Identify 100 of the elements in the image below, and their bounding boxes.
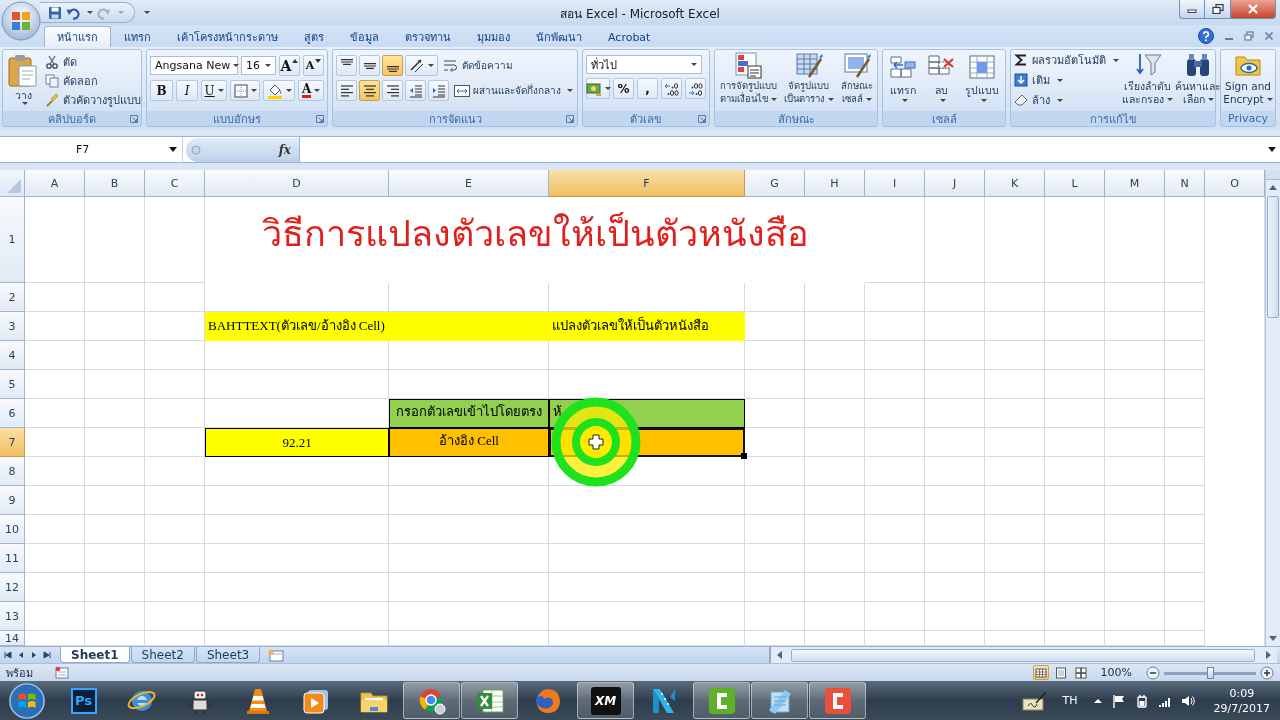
cut-button[interactable]: ตัด (43, 53, 143, 71)
column-header[interactable]: H (805, 170, 865, 197)
save-icon[interactable] (48, 5, 62, 20)
zoom-in-icon[interactable] (1260, 665, 1274, 680)
format-as-table-button[interactable]: จัดรูปแบบ เป็นตาราง (783, 51, 834, 111)
column-header[interactable]: B (85, 170, 145, 197)
ribbon-tab[interactable]: หน้าแรก (44, 26, 111, 47)
taskbar-button[interactable] (461, 682, 518, 719)
ribbon-tab[interactable]: สูตร (291, 26, 337, 47)
delete-cells-button[interactable]: ลบ (926, 51, 956, 111)
underline-button[interactable]: U (200, 80, 228, 101)
page-break-preview-button[interactable] (1072, 665, 1089, 680)
align-top-button[interactable] (336, 55, 357, 76)
split-handle[interactable] (1266, 170, 1280, 180)
volume-icon[interactable] (1180, 693, 1195, 708)
orientation-button[interactable] (405, 55, 438, 76)
language-indicator[interactable]: TH (1062, 694, 1078, 707)
ribbon-tab[interactable]: เค้าโครงหน้ากระดาษ (164, 26, 291, 47)
row-header[interactable]: 11 (0, 544, 25, 573)
cell-styles-button[interactable]: ลักษณะ เซลล์ (840, 51, 873, 111)
comma-button[interactable]: , (637, 78, 658, 99)
merge-center-button[interactable]: ผสานและจัดกึ่งกลาง (453, 81, 574, 100)
italic-button[interactable]: I (176, 80, 198, 101)
copy-button[interactable]: คัดลอก (43, 72, 143, 90)
column-header[interactable]: C (145, 170, 205, 197)
dialog-launcher-icon[interactable] (130, 115, 138, 123)
row-header[interactable]: 7 (0, 428, 25, 457)
scroll-thumb[interactable] (1267, 196, 1279, 318)
last-sheet-icon[interactable] (42, 650, 52, 660)
dialog-launcher-icon[interactable] (698, 115, 706, 123)
caret-icon[interactable] (87, 11, 93, 14)
fill-button[interactable]: เติม (1012, 71, 1121, 89)
flag-icon[interactable] (1111, 693, 1126, 708)
clear-button[interactable]: ล้าง (1012, 91, 1121, 109)
first-sheet-icon[interactable] (3, 650, 13, 660)
autosum-button[interactable]: ผลรวมอัตโนมัติ (1012, 51, 1121, 69)
percent-button[interactable]: % (613, 78, 634, 99)
row-header[interactable]: 5 (0, 370, 25, 399)
row-header[interactable]: 3 (0, 312, 25, 341)
align-bottom-button[interactable] (382, 55, 403, 76)
sheet-tab[interactable]: Sheet3 (195, 647, 261, 663)
currency-button[interactable] (586, 78, 610, 99)
close-icon[interactable] (1264, 31, 1274, 41)
ribbon-tab[interactable]: ข้อมูล (337, 26, 392, 47)
power-plug-icon[interactable] (1134, 693, 1149, 708)
align-center-button[interactable] (359, 80, 380, 101)
insert-cells-button[interactable]: แทรก (888, 51, 918, 111)
dialog-launcher-icon[interactable] (316, 115, 324, 123)
bold-button[interactable]: B (150, 80, 174, 101)
sign-encrypt-button[interactable]: Sign and Encrypt (1222, 51, 1274, 111)
taskbar-button[interactable]: XM (577, 682, 634, 719)
row-header[interactable]: 8 (0, 457, 25, 486)
help-icon[interactable] (1198, 28, 1214, 44)
expand-caret-icon[interactable] (1268, 147, 1276, 152)
row-header[interactable]: 12 (0, 573, 25, 602)
column-header[interactable]: N (1165, 170, 1205, 197)
sheet-tab[interactable]: Sheet2 (130, 647, 195, 663)
row-header[interactable]: 4 (0, 341, 25, 370)
row-header[interactable]: 1 (0, 197, 25, 283)
decrease-decimal-button[interactable] (685, 78, 706, 99)
restore-icon[interactable] (1244, 31, 1254, 41)
row-header[interactable]: 13 (0, 602, 25, 631)
taskbar-button[interactable] (751, 682, 808, 719)
macro-record-icon[interactable] (55, 665, 69, 680)
increase-decimal-button[interactable] (661, 78, 682, 99)
fill-color-button[interactable] (263, 80, 296, 101)
zoom-level-text[interactable]: 100% (1100, 666, 1132, 679)
row-header[interactable]: 2 (0, 283, 25, 312)
conditional-formatting-button[interactable]: การจัดรูปแบบ ตามเงื่อนไข (719, 51, 777, 111)
column-header[interactable]: A (25, 170, 85, 197)
grow-font-button[interactable]: A (279, 55, 300, 76)
fill-handle-icon[interactable] (741, 453, 747, 459)
shrink-font-button[interactable]: A (303, 55, 324, 76)
taskbar-button[interactable] (809, 682, 866, 719)
column-header[interactable]: K (985, 170, 1045, 197)
font-color-button[interactable]: A (298, 80, 324, 101)
row-header[interactable]: 9 (0, 486, 25, 515)
ribbon-tab[interactable]: มุมมอง (464, 26, 523, 47)
column-header[interactable]: L (1045, 170, 1105, 197)
row-header[interactable]: 14 (0, 631, 25, 646)
dialog-launcher-icon[interactable] (566, 115, 574, 123)
column-header[interactable]: G (745, 170, 805, 197)
zoom-out-icon[interactable] (1146, 665, 1160, 680)
align-middle-button[interactable] (359, 55, 380, 76)
column-header[interactable]: O (1205, 170, 1265, 197)
ribbon-tab[interactable]: Acrobat (595, 26, 664, 47)
normal-view-button[interactable] (1032, 665, 1049, 680)
format-painter-button[interactable]: ตัวคัดวางรูปแบบ (43, 91, 143, 109)
ribbon-tab[interactable]: แทรก (111, 26, 164, 47)
insert-function-button[interactable]: fx (276, 142, 293, 157)
pen-tablet-icon[interactable] (1021, 690, 1048, 711)
ribbon-tab[interactable]: นักพัฒนา (523, 26, 595, 47)
font-size-field[interactable]: 16 (241, 56, 276, 75)
app-logo-tile[interactable]: Ps (70, 687, 97, 714)
ribbon-tab[interactable]: ตรวจทาน (392, 26, 464, 47)
align-right-button[interactable] (382, 80, 403, 101)
number-format-field[interactable]: ทั่วไป (586, 55, 702, 74)
zoom-slider-thumb[interactable] (1206, 666, 1214, 679)
column-header[interactable]: E (389, 170, 549, 197)
start-orb-icon[interactable] (7, 681, 47, 720)
